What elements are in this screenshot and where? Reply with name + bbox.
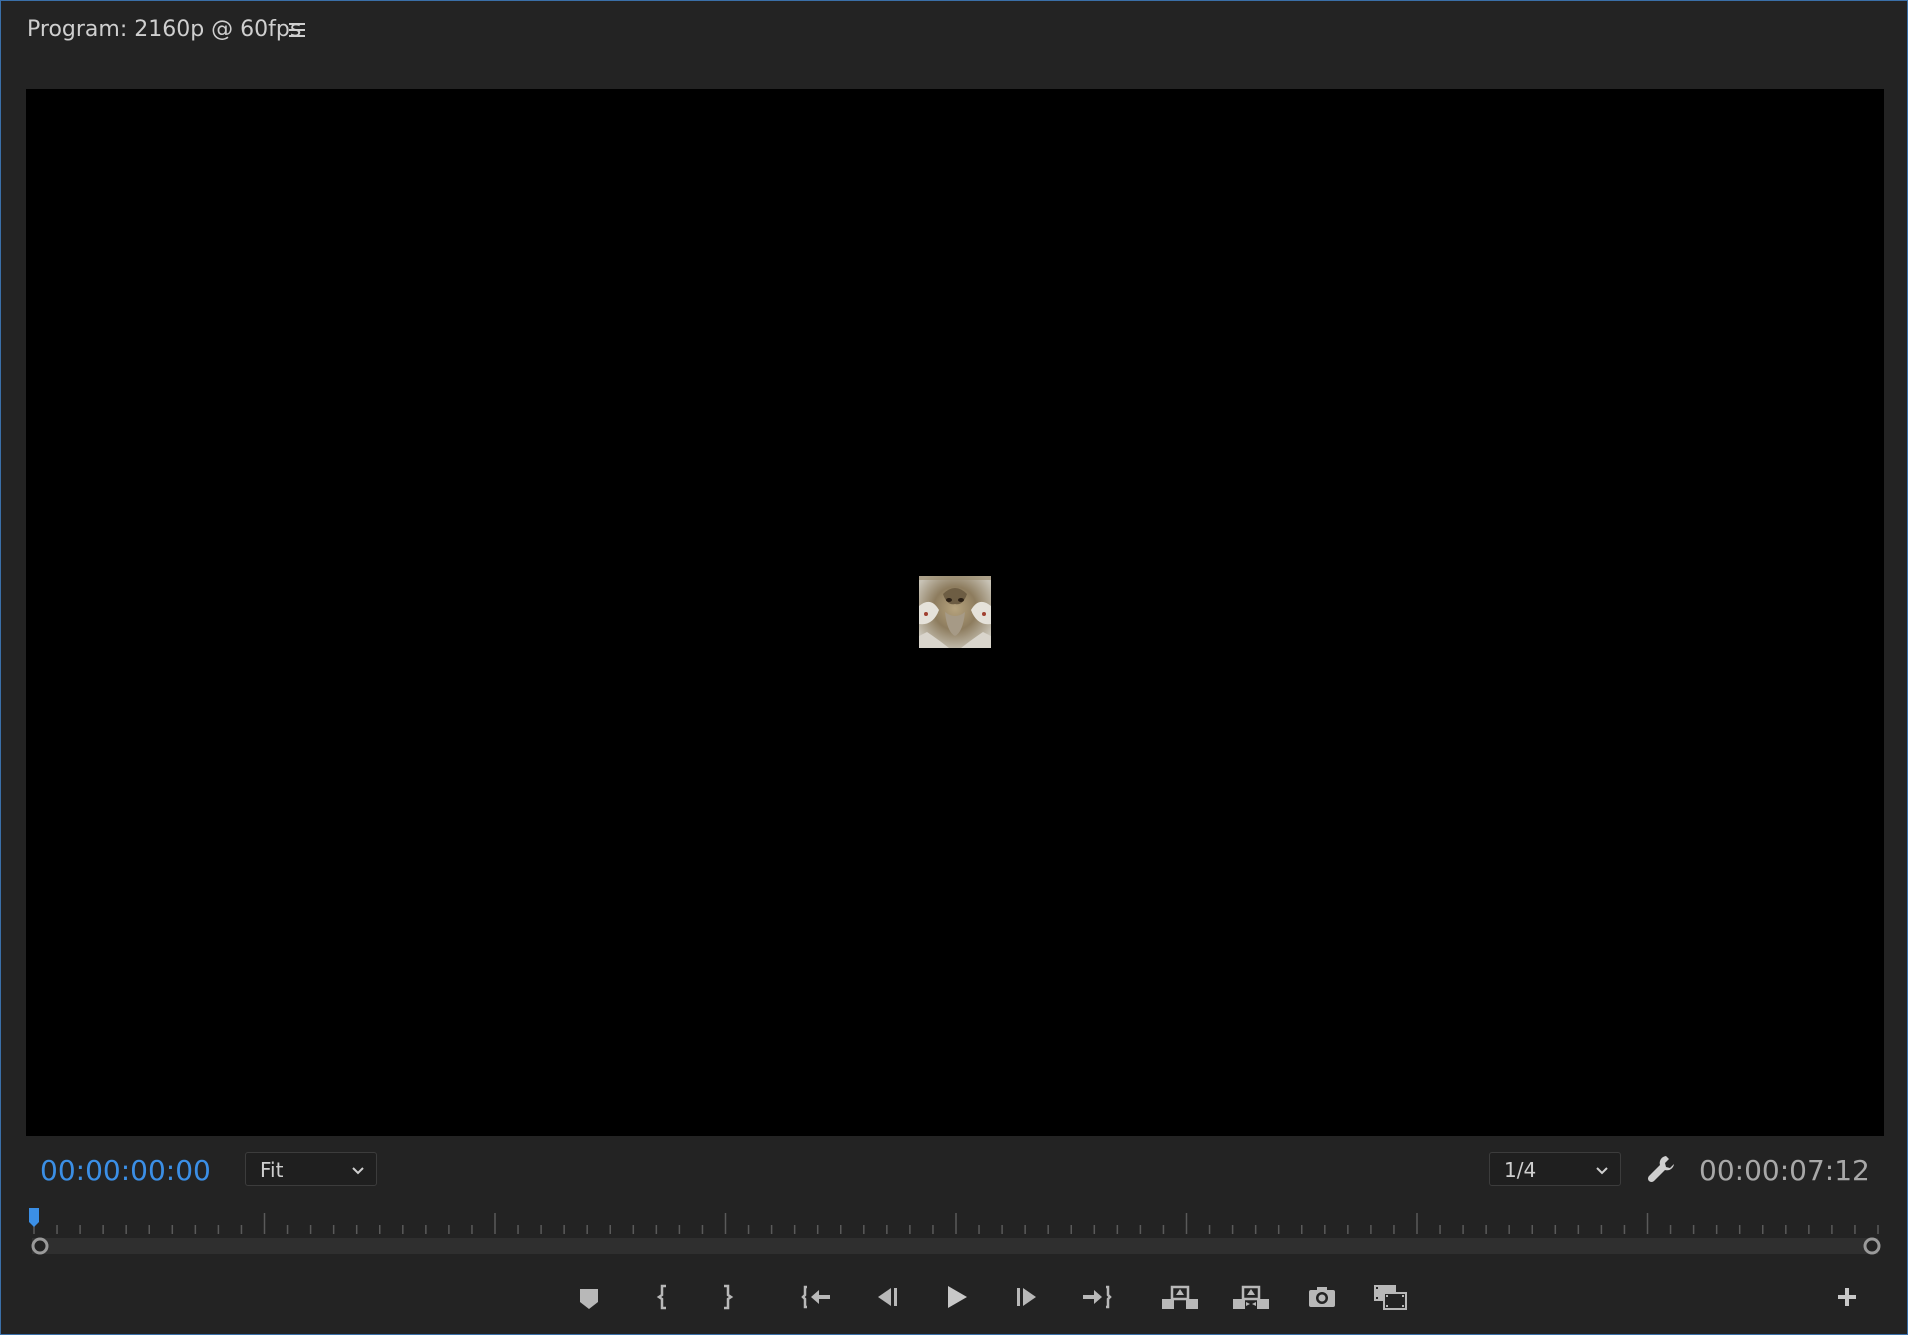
mark-in-icon: [656, 1284, 666, 1310]
panel-title[interactable]: Program: 2160p @ 60fps: [27, 17, 301, 42]
play-icon: [948, 1286, 967, 1308]
chevron-down-icon: [352, 1167, 364, 1175]
panel-header: Program: 2160p @ 60fps: [1, 1, 1907, 61]
in-point-handle: [31, 1237, 49, 1255]
export-frame-button[interactable]: [1302, 1277, 1342, 1317]
lift-button[interactable]: [1160, 1277, 1200, 1317]
camera-icon: [1309, 1287, 1335, 1307]
mark-in-button[interactable]: [644, 1277, 684, 1317]
program-viewer[interactable]: [26, 89, 1884, 1136]
comparison-view-button[interactable]: [1370, 1277, 1410, 1317]
step-back-icon: [878, 1288, 897, 1306]
playback-resolution-dropdown[interactable]: 1/4: [1489, 1152, 1621, 1186]
go-to-out-icon: [1083, 1285, 1112, 1309]
go-to-in-button[interactable]: [797, 1277, 837, 1317]
mark-out-icon: [724, 1284, 734, 1310]
video-frame-thumbnail: [919, 576, 991, 648]
out-point-handle: [1863, 1237, 1881, 1255]
marker-icon: [580, 1289, 598, 1309]
zoom-level-dropdown[interactable]: Fit: [245, 1152, 377, 1186]
timeline-ruler[interactable]: [26, 1201, 1884, 1256]
zoom-level-value: Fit: [260, 1158, 284, 1182]
extract-button[interactable]: [1231, 1277, 1271, 1317]
wrench-icon[interactable]: [1645, 1153, 1677, 1185]
button-editor-button[interactable]: [1827, 1277, 1867, 1317]
go-to-out-button[interactable]: [1076, 1277, 1116, 1317]
duration-timecode: 00:00:07:12: [1699, 1154, 1870, 1187]
plus-icon: [1838, 1288, 1856, 1306]
playback-resolution-value: 1/4: [1504, 1158, 1537, 1182]
monitor-controls-row: 00:00:00:00 Fit 1/4 00:00:07:12: [1, 1146, 1907, 1196]
ruler-ticks: [33, 1213, 1879, 1234]
current-timecode[interactable]: 00:00:00:00: [40, 1154, 211, 1187]
add-marker-button[interactable]: [569, 1277, 609, 1317]
timeline-scrub-track: [32, 1238, 1878, 1254]
program-monitor-panel: Program: 2160p @ 60fps 00:00:00:00 Fit 1…: [0, 0, 1908, 1335]
step-forward-icon: [1017, 1288, 1036, 1306]
step-forward-button[interactable]: [1007, 1277, 1047, 1317]
go-to-in-icon: [801, 1285, 830, 1309]
chevron-down-icon: [1596, 1167, 1608, 1175]
comparison-view-icon: [1374, 1285, 1407, 1310]
hamburger-menu-icon[interactable]: [287, 21, 307, 39]
mark-out-button[interactable]: [706, 1277, 746, 1317]
transport-controls: [1, 1271, 1907, 1326]
lift-icon: [1162, 1285, 1198, 1309]
extract-icon: [1233, 1285, 1269, 1309]
step-back-button[interactable]: [867, 1277, 907, 1317]
playhead-marker: [29, 1208, 39, 1227]
play-button[interactable]: [936, 1277, 976, 1317]
